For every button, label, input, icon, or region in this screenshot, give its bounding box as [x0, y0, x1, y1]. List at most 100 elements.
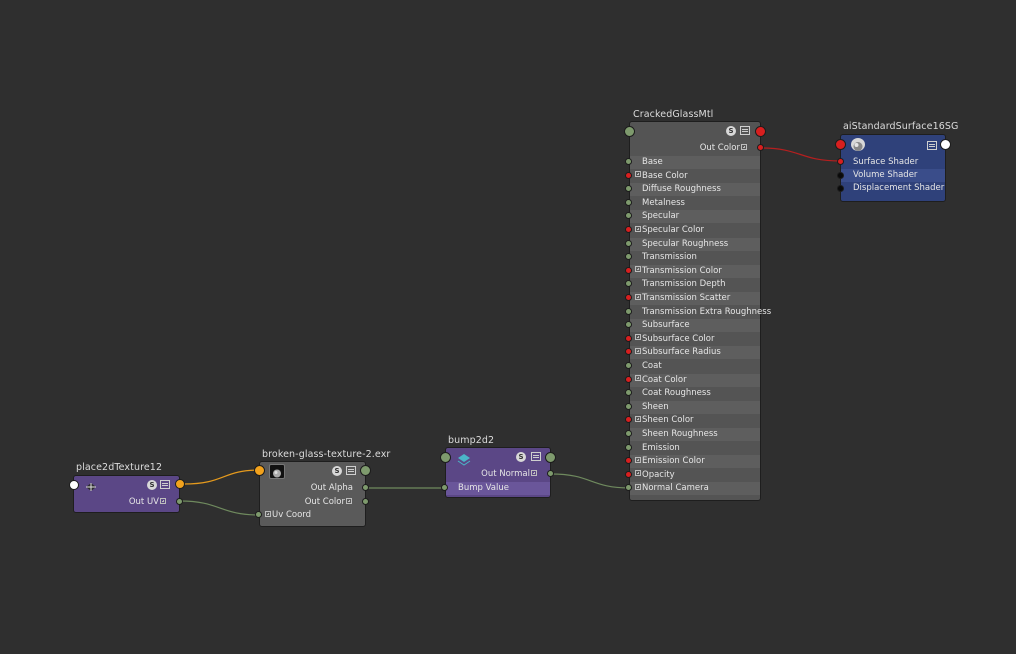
sg-displacement-shader-port[interactable] — [837, 185, 844, 192]
place2d-node[interactable]: S Out UV — [73, 475, 180, 513]
expand-icon[interactable] — [635, 225, 641, 232]
material-attr-row[interactable]: Coat Color — [630, 373, 760, 387]
place2d-out-uv-port[interactable] — [176, 498, 183, 505]
place2d-output-port[interactable] — [175, 479, 185, 489]
material-attr-port[interactable] — [625, 470, 632, 478]
material-attr-row[interactable]: Subsurface Color — [630, 332, 760, 346]
file-input-port[interactable] — [254, 465, 265, 476]
expand-icon[interactable] — [635, 483, 641, 490]
expand-icon[interactable] — [635, 415, 641, 422]
material-attr-row[interactable]: Specular Color — [630, 224, 760, 237]
material-attr-row[interactable]: Normal Camera — [630, 482, 760, 496]
material-attr-row[interactable]: Emission Color — [630, 455, 760, 469]
file-out-color-row[interactable]: Out Color — [260, 496, 365, 509]
sg-surface-shader-row[interactable]: Surface Shader — [841, 156, 945, 169]
material-attr-port[interactable] — [625, 226, 632, 233]
place2d-out-uv-row[interactable]: Out UV — [74, 496, 179, 509]
wire-place2d-outuv-to-file-uvcoord[interactable] — [179, 500, 260, 516]
expand-icon[interactable] — [635, 456, 641, 463]
expand-icon[interactable] — [635, 171, 641, 178]
bump-input-port[interactable] — [440, 452, 451, 463]
material-attr-port[interactable] — [625, 294, 632, 301]
bump-out-normal-row[interactable]: Out Normal — [446, 468, 550, 481]
node-editor-canvas[interactable]: place2dTexture12 S Out UV broken-glass-t… — [0, 0, 1016, 654]
expand-icon[interactable] — [531, 469, 537, 476]
sg-volume-shader-row[interactable]: Volume Shader — [841, 169, 945, 182]
expand-icon[interactable] — [265, 510, 271, 517]
material-attr-row[interactable]: Emission — [630, 441, 760, 455]
expand-icon[interactable] — [346, 497, 352, 504]
material-node[interactable]: S Out Color Base Base Color Diffuse Roughn… — [629, 121, 771, 501]
material-input-port[interactable] — [624, 126, 635, 137]
material-attr-port[interactable] — [625, 430, 632, 437]
bump-node[interactable]: S Out Normal Bump Value — [445, 447, 551, 498]
sg-list-icon[interactable] — [927, 141, 937, 150]
file-node[interactable]: S Out Alpha Out Color Uv Coord — [259, 461, 366, 527]
material-attr-row[interactable]: Transmission Color — [630, 264, 760, 278]
material-out-color-row[interactable]: Out Color — [630, 142, 760, 155]
bump-s-button[interactable]: S — [516, 452, 526, 462]
material-attr-row[interactable]: Specular Roughness — [630, 237, 760, 251]
bump-value-port[interactable] — [441, 484, 448, 491]
material-attr-row[interactable]: Sheen — [630, 400, 760, 414]
sg-displacement-shader-row[interactable]: Displacement Shader — [841, 182, 945, 195]
sg-volume-shader-port[interactable] — [837, 172, 844, 179]
material-attr-port[interactable] — [625, 334, 632, 342]
material-attr-row[interactable]: Coat Roughness — [630, 387, 760, 401]
file-s-button[interactable]: S — [332, 466, 342, 476]
expand-icon[interactable] — [635, 334, 641, 341]
material-attr-row[interactable]: Diffuse Roughness — [630, 183, 760, 197]
material-attr-port[interactable] — [625, 266, 632, 274]
wire-material-outcolor-to-surface-shader[interactable] — [760, 147, 841, 162]
material-attr-row[interactable]: Sheen Roughness — [630, 428, 760, 441]
sg-output-port[interactable] — [940, 139, 951, 150]
material-attr-row[interactable]: Subsurface — [630, 319, 760, 333]
place2d-input-port[interactable] — [69, 480, 79, 490]
material-attr-row[interactable]: Metalness — [630, 196, 760, 210]
material-list-icon[interactable] — [740, 126, 750, 135]
material-attr-row[interactable]: Transmission Extra Roughness — [630, 305, 771, 319]
file-out-color-port[interactable] — [362, 498, 369, 505]
material-output-port[interactable] — [755, 126, 766, 137]
material-attr-port[interactable] — [625, 402, 632, 410]
bump-output-port[interactable] — [545, 452, 556, 463]
sg-input-port[interactable] — [835, 139, 846, 150]
material-attr-port[interactable] — [625, 171, 632, 179]
material-attr-row[interactable]: Specular — [630, 210, 760, 224]
bump-value-row[interactable]: Bump Value — [446, 482, 550, 495]
material-attr-port[interactable] — [625, 198, 632, 206]
material-attr-row[interactable]: Coat — [630, 360, 760, 373]
bump-out-normal-port[interactable] — [547, 470, 554, 477]
expand-icon[interactable] — [635, 293, 641, 300]
material-attr-port[interactable] — [625, 307, 632, 315]
material-out-color-port[interactable] — [757, 144, 764, 151]
expand-icon[interactable] — [635, 470, 641, 477]
material-attr-row[interactable]: Base — [630, 156, 760, 169]
expand-icon[interactable] — [160, 497, 166, 504]
expand-icon[interactable] — [635, 266, 641, 273]
place2d-list-icon[interactable] — [160, 480, 170, 489]
material-s-button[interactable]: S — [726, 126, 736, 136]
file-uv-coord-row[interactable]: Uv Coord — [260, 509, 365, 522]
expand-icon[interactable] — [635, 375, 641, 382]
file-out-alpha-port[interactable] — [362, 484, 369, 491]
file-uv-coord-port[interactable] — [255, 511, 262, 518]
file-output-port[interactable] — [360, 465, 371, 476]
place2d-s-button[interactable]: S — [147, 480, 157, 490]
expand-icon[interactable] — [741, 143, 747, 150]
wire-bump-outnormal-to-normal-camera[interactable] — [550, 473, 631, 489]
file-out-alpha-row[interactable]: Out Alpha — [260, 482, 365, 495]
material-attr-row[interactable]: Base Color — [630, 169, 760, 183]
wire-place2d-to-file-orange[interactable] — [183, 469, 261, 485]
material-attr-port[interactable] — [625, 239, 632, 247]
shading-group-node[interactable]: Surface Shader Volume Shader Displacemen… — [840, 134, 946, 202]
material-attr-port[interactable] — [625, 443, 632, 451]
material-attr-row[interactable]: Sheen Color — [630, 414, 760, 428]
material-attr-row[interactable]: Transmission — [630, 251, 760, 265]
material-attr-row[interactable]: Subsurface Radius — [630, 346, 760, 360]
material-attr-row[interactable]: Opacity — [630, 468, 760, 482]
material-attr-row[interactable]: Transmission Scatter — [630, 292, 760, 305]
sg-surface-shader-port[interactable] — [837, 158, 844, 165]
file-list-icon[interactable] — [346, 466, 356, 475]
material-attr-port[interactable] — [625, 158, 632, 165]
